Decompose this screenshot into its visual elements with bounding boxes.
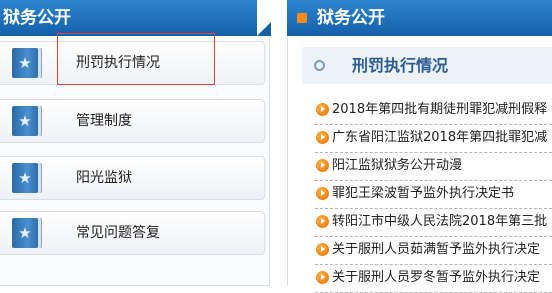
orange-arrow-icon (316, 159, 329, 172)
menu-item-sentence-execution[interactable]: ★ 刑罚执行情况 (0, 41, 265, 85)
section-title[interactable]: 刑罚执行情况 (352, 47, 448, 84)
news-list: 2018年第四批有期徒刑罪犯减刑假释 广东省阳江监狱2018年第四批罪犯减 阳江… (315, 97, 552, 293)
orange-arrow-icon (316, 243, 329, 256)
news-link[interactable]: 关于服刑人员茹满暂予监外执行决定 (332, 237, 540, 263)
menu-item-sunshine-prison[interactable]: ★ 阳光监狱 (0, 156, 265, 200)
star-book-icon: ★ (12, 218, 38, 248)
orange-arrow-icon (316, 187, 329, 200)
ring-bullet-icon (314, 60, 325, 71)
header-corner (257, 0, 271, 36)
orange-arrow-icon (316, 271, 329, 284)
header-bullet-icon (297, 13, 307, 23)
right-content-panel: 狱务公开 刑罚执行情况 2018年第四批有期徒刑罪犯减刑假释 广东省阳江监狱20… (287, 0, 552, 293)
menu-item-faq[interactable]: ★ 常见问题答复 (0, 211, 265, 255)
news-link[interactable]: 关于服刑人员罗冬暂予监外执行决定 (332, 265, 540, 291)
news-link[interactable]: 阳江监狱狱务公开动漫 (332, 153, 462, 179)
news-link[interactable]: 转阳江市中级人民法院2018年第三批 (332, 209, 547, 235)
left-panel-title: 狱务公开 (3, 8, 71, 28)
orange-arrow-icon (316, 215, 329, 228)
right-panel-title: 狱务公开 (317, 8, 385, 28)
section-header: 刑罚执行情况 (302, 47, 552, 84)
left-sidebar-panel: 狱务公开 ★ 刑罚执行情况 ★ 管理制度 ★ 阳光监狱 ★ 常见问题答复 (0, 0, 272, 286)
news-item[interactable]: 转阳江市中级人民法院2018年第三批 (315, 209, 552, 237)
star-book-icon: ★ (12, 106, 38, 136)
news-link[interactable]: 广东省阳江监狱2018年第四批罪犯减 (332, 125, 547, 151)
news-item[interactable]: 广东省阳江监狱2018年第四批罪犯减 (315, 125, 552, 153)
news-item[interactable]: 关于服刑人员茹满暂予监外执行决定 (315, 237, 552, 265)
left-panel-header: 狱务公开 (0, 0, 271, 36)
news-link[interactable]: 2018年第四批有期徒刑罪犯减刑假释 (332, 97, 547, 123)
menu-item-label: 管理制度 (76, 113, 132, 129)
star-book-icon: ★ (12, 163, 38, 193)
right-panel-header: 狱务公开 (287, 0, 552, 36)
star-book-icon: ★ (12, 48, 38, 78)
orange-arrow-icon (316, 131, 329, 144)
news-item[interactable]: 2018年第四批有期徒刑罪犯减刑假释 (315, 97, 552, 125)
news-item[interactable]: 罪犯王梁波暂予监外执行决定书 (315, 181, 552, 209)
orange-arrow-icon (316, 103, 329, 116)
news-item[interactable]: 阳江监狱狱务公开动漫 (315, 153, 552, 181)
news-link[interactable]: 罪犯王梁波暂予监外执行决定书 (332, 181, 514, 207)
menu-item-label: 常见问题答复 (76, 225, 160, 241)
news-item[interactable]: 关于服刑人员罗冬暂予监外执行决定 (315, 265, 552, 293)
menu-item-management-rules[interactable]: ★ 管理制度 (0, 99, 265, 143)
menu-item-label: 阳光监狱 (76, 170, 132, 186)
menu-item-label: 刑罚执行情况 (76, 55, 160, 71)
